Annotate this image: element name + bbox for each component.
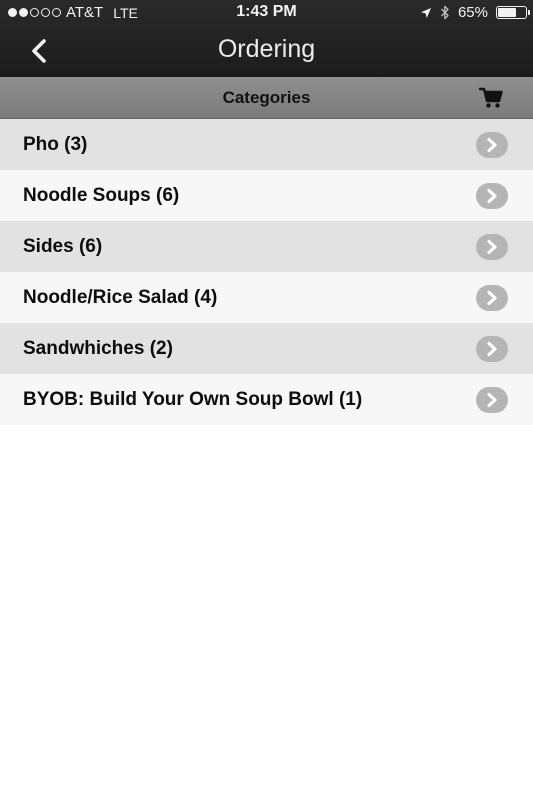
- cart-icon: [478, 87, 503, 108]
- battery-icon: [496, 6, 530, 19]
- category-label: Noodle/Rice Salad (4): [23, 286, 218, 308]
- category-label: Sides (6): [23, 235, 103, 257]
- category-row[interactable]: Noodle/Rice Salad (4): [0, 272, 533, 323]
- status-bar: AT&T LTE 1:43 PM 65%: [0, 0, 533, 26]
- chevron-right-icon: [476, 335, 508, 362]
- categories-header: Categories: [0, 77, 533, 119]
- status-right: 65%: [420, 4, 530, 21]
- category-label: Sandwhiches (2): [23, 337, 173, 359]
- category-row[interactable]: Noodle Soups (6): [0, 170, 533, 221]
- category-list: Pho (3) Noodle Soups (6) Sides (6) Noodle/R…: [0, 119, 533, 425]
- chevron-right-icon: [476, 386, 508, 413]
- bluetooth-icon: [441, 5, 449, 20]
- chevron-right-icon: [476, 131, 508, 158]
- page-title: Ordering: [217, 35, 316, 63]
- category-label: BYOB: Build Your Own Soup Bowl (1): [23, 388, 363, 410]
- category-row[interactable]: Pho (3): [0, 119, 533, 170]
- cart-button[interactable]: [478, 87, 503, 109]
- nav-bar: Ordering: [0, 26, 533, 77]
- category-label: Pho (3): [23, 133, 88, 155]
- battery-percent: 65%: [457, 4, 488, 21]
- location-arrow-icon: [420, 7, 431, 18]
- top-bar: AT&T LTE 1:43 PM 65% Ordering: [0, 0, 533, 77]
- chevron-right-icon: [476, 284, 508, 311]
- category-row[interactable]: BYOB: Build Your Own Soup Bowl (1): [0, 374, 533, 425]
- battery-fill: [498, 8, 516, 17]
- category-row[interactable]: Sides (6): [0, 221, 533, 272]
- category-row[interactable]: Sandwhiches (2): [0, 323, 533, 374]
- chevron-right-icon: [476, 233, 508, 260]
- categories-title: Categories: [222, 88, 311, 107]
- category-label: Noodle Soups (6): [23, 184, 180, 206]
- chevron-right-icon: [476, 182, 508, 209]
